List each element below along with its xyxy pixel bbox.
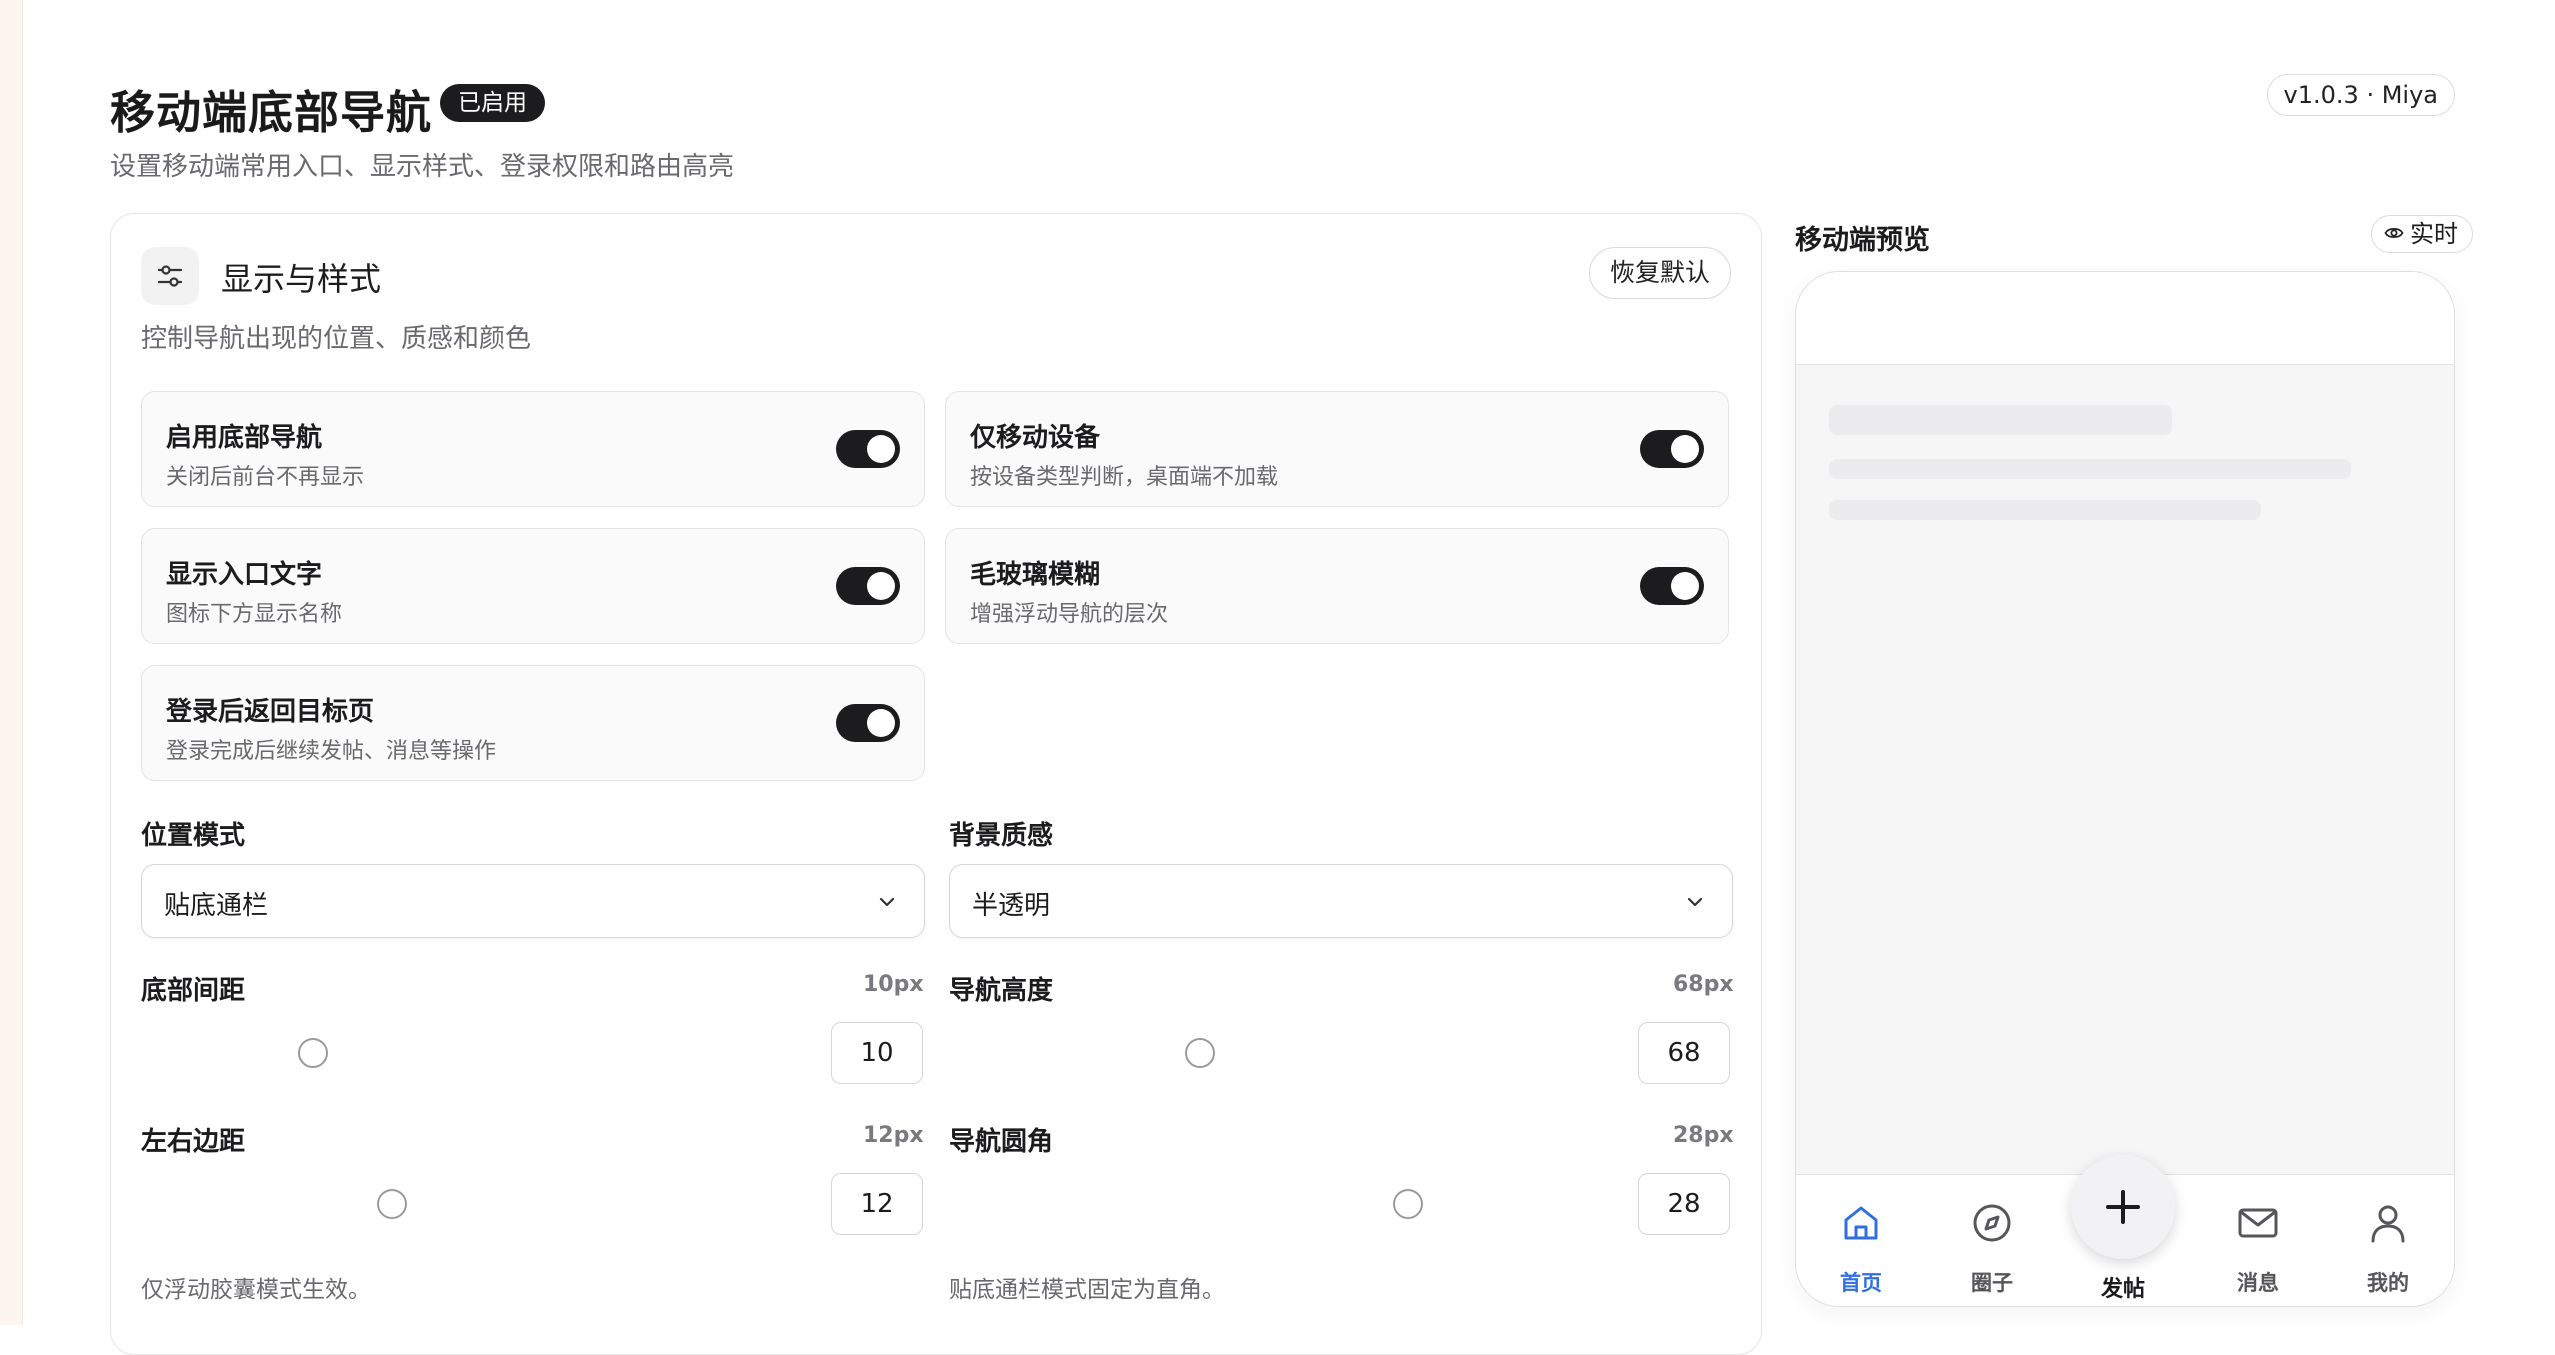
- nav-height-slider[interactable]: [1185, 1038, 1215, 1068]
- mail-icon: [2238, 1208, 2278, 1238]
- panel-description: 控制导航出现的位置、质感和颜色: [141, 324, 532, 354]
- left-edge-strip: [0, 0, 23, 1325]
- toggle-title: 毛玻璃模糊: [970, 560, 1101, 590]
- switch-knob: [1671, 572, 1699, 600]
- bottom-spacing-value-label: 10px: [863, 972, 924, 997]
- side-spacing-hint: 仅浮动胶囊模式生效。: [141, 1277, 371, 1303]
- toggle-card-login-return: 登录后返回目标页 登录完成后继续发帖、消息等操作: [141, 665, 925, 781]
- toggle-description: 图标下方显示名称: [166, 602, 343, 627]
- enable-nav-switch[interactable]: [836, 430, 900, 468]
- panel-title: 显示与样式: [221, 260, 382, 298]
- nav-label: 消息: [2237, 1271, 2279, 1295]
- reset-default-button[interactable]: 恢复默认: [1588, 247, 1731, 299]
- plus-icon: [2106, 1190, 2140, 1224]
- side-spacing-label: 左右边距: [141, 1127, 246, 1157]
- toggle-description: 按设备类型判断，桌面端不加载: [970, 465, 1279, 490]
- toggle-title: 显示入口文字: [166, 560, 323, 590]
- switch-knob: [1671, 435, 1699, 463]
- nav-radius-slider[interactable]: [1393, 1189, 1423, 1219]
- bottom-spacing-label: 底部间距: [141, 976, 246, 1006]
- nav-radius-label: 导航圆角: [949, 1127, 1054, 1157]
- nav-item-circle[interactable]: 圈子: [1927, 1175, 2057, 1306]
- skeleton-line: [1829, 405, 2172, 435]
- preview-bottom-nav: 首页 圈子 发帖 消息 我的: [1796, 1155, 2454, 1306]
- show-labels-switch[interactable]: [836, 567, 900, 605]
- page-title: 移动端底部导航: [110, 86, 433, 139]
- toggle-card-show-labels: 显示入口文字 图标下方显示名称: [141, 528, 925, 644]
- position-mode-label: 位置模式: [141, 821, 246, 851]
- status-badge: 已启用: [440, 84, 545, 122]
- skeleton-line: [1829, 500, 2261, 520]
- nav-label: 我的: [2367, 1271, 2409, 1295]
- switch-knob: [867, 572, 895, 600]
- eye-icon: [2384, 227, 2404, 239]
- preview-header: [1796, 272, 2454, 365]
- side-spacing-slider[interactable]: [377, 1189, 407, 1219]
- sliders-icon: [141, 247, 199, 305]
- display-style-panel: 显示与样式 恢复默认 控制导航出现的位置、质感和颜色 启用底部导航 关闭后前台不…: [110, 213, 1762, 1355]
- toggle-card-enable-nav: 启用底部导航 关闭后前台不再显示: [141, 391, 925, 507]
- live-label: 实时: [2410, 220, 2458, 248]
- position-mode-select[interactable]: 贴底通栏: [141, 864, 925, 938]
- compass-icon: [1973, 1204, 2011, 1242]
- bottom-spacing-input[interactable]: 10: [831, 1022, 923, 1084]
- side-spacing-value-label: 12px: [863, 1123, 924, 1148]
- switch-knob: [867, 435, 895, 463]
- nav-item-mine[interactable]: 我的: [2323, 1175, 2453, 1306]
- toggle-card-frosted-glass: 毛玻璃模糊 增强浮动导航的层次: [945, 528, 1729, 644]
- skeleton-line: [1829, 459, 2351, 479]
- page-subtitle: 设置移动端常用入口、显示样式、登录权限和路由高亮: [110, 152, 735, 182]
- toggle-title: 启用底部导航: [166, 423, 323, 453]
- background-texture-label: 背景质感: [949, 821, 1054, 851]
- mobile-preview-frame: 首页 圈子 发帖 消息 我的: [1795, 271, 2455, 1307]
- toggle-card-mobile-only: 仅移动设备 按设备类型判断，桌面端不加载: [945, 391, 1729, 507]
- nav-height-input[interactable]: 68: [1638, 1022, 1730, 1084]
- preview-title: 移动端预览: [1795, 225, 1930, 256]
- live-pill: 实时: [2371, 215, 2473, 253]
- toggle-description: 登录完成后继续发帖、消息等操作: [166, 739, 497, 764]
- select-value: 贴底通栏: [164, 891, 269, 921]
- chevron-down-icon: [1687, 897, 1703, 907]
- mobile-only-switch[interactable]: [1640, 430, 1704, 468]
- post-fab-button[interactable]: [2071, 1155, 2175, 1259]
- toggle-title: 仅移动设备: [970, 423, 1101, 453]
- login-return-switch[interactable]: [836, 704, 900, 742]
- nav-radius-value-label: 28px: [1673, 1123, 1734, 1148]
- side-spacing-input[interactable]: 12: [831, 1173, 923, 1235]
- nav-radius-input[interactable]: 28: [1638, 1173, 1730, 1235]
- nav-height-value-label: 68px: [1673, 972, 1734, 997]
- home-icon: [1844, 1206, 1878, 1240]
- select-value: 半透明: [972, 891, 1051, 921]
- nav-radius-hint: 贴底通栏模式固定为直角。: [949, 1277, 1225, 1303]
- version-pill: v1.0.3 · Miya: [2266, 74, 2455, 116]
- chevron-down-icon: [879, 897, 895, 907]
- toggle-title: 登录后返回目标页: [166, 697, 375, 727]
- nav-item-home[interactable]: 首页: [1796, 1175, 1926, 1306]
- toggle-description: 增强浮动导航的层次: [970, 602, 1169, 627]
- nav-label: 首页: [1840, 1271, 1882, 1295]
- nav-item-messages[interactable]: 消息: [2193, 1175, 2323, 1306]
- nav-height-label: 导航高度: [949, 976, 1054, 1006]
- post-fab-label: 发帖: [2100, 1277, 2145, 1302]
- background-texture-select[interactable]: 半透明: [949, 864, 1733, 938]
- toggle-description: 关闭后前台不再显示: [166, 465, 365, 490]
- bottom-spacing-slider[interactable]: [298, 1038, 328, 1068]
- frosted-glass-switch[interactable]: [1640, 567, 1704, 605]
- nav-label: 圈子: [1971, 1271, 2013, 1295]
- switch-knob: [867, 709, 895, 737]
- user-icon: [2371, 1205, 2405, 1243]
